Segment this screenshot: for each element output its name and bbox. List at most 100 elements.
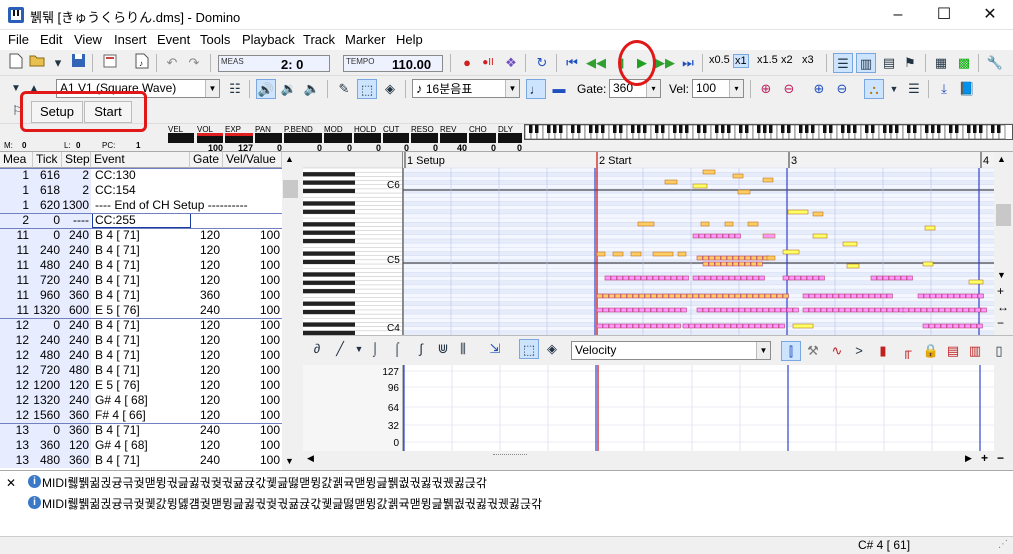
mini-black-key[interactable] <box>829 125 833 133</box>
scroll-thumb[interactable] <box>283 180 298 198</box>
note[interactable] <box>710 233 717 239</box>
roll-vertical-scrollbar[interactable]: ▲ ▼ + ↔ − <box>994 152 1013 335</box>
note[interactable] <box>616 275 623 281</box>
note[interactable] <box>826 307 833 313</box>
maximize-button[interactable]: ☐ <box>921 0 967 30</box>
note[interactable] <box>668 307 675 313</box>
mini-black-key[interactable] <box>559 125 563 133</box>
table-row[interactable]: 11 960 360 B 4 [ 71] 360 100 <box>0 288 282 303</box>
eraser-icon[interactable]: ◈ <box>542 339 562 359</box>
scroll-left-icon[interactable]: ◀ <box>307 453 314 464</box>
note[interactable] <box>628 275 635 281</box>
black-key[interactable] <box>303 259 355 265</box>
note[interactable] <box>650 323 657 329</box>
note[interactable] <box>704 275 711 281</box>
zoom-in-icon[interactable]: ⊕ <box>756 79 776 99</box>
note[interactable] <box>708 261 715 267</box>
black-key[interactable] <box>303 188 355 194</box>
zoom-x2[interactable]: x2 <box>781 54 793 66</box>
note[interactable] <box>894 275 901 281</box>
table-row[interactable]: 2 0 ---- CC:255 <box>0 213 282 228</box>
curve-a-icon[interactable]: ⌡ <box>365 339 385 359</box>
note[interactable] <box>614 323 621 329</box>
note[interactable] <box>644 307 651 313</box>
note[interactable] <box>716 233 723 239</box>
loop-icon[interactable]: ↻ <box>532 53 552 73</box>
s-curve-icon[interactable]: ∫ <box>411 339 431 359</box>
note[interactable] <box>674 323 681 329</box>
note[interactable] <box>876 275 883 281</box>
table-row[interactable]: 11 0 240 B 4 [ 71] 120 100 <box>0 228 282 243</box>
menu-event[interactable]: Event <box>157 32 190 47</box>
midi-monitor-icon[interactable]: ❖ <box>501 53 521 73</box>
mixer-meter[interactable] <box>411 133 438 143</box>
mini-black-key[interactable] <box>991 125 995 133</box>
note[interactable] <box>774 307 781 313</box>
mini-black-key[interactable] <box>613 125 617 133</box>
note[interactable] <box>814 293 821 299</box>
note[interactable] <box>674 307 681 313</box>
note[interactable] <box>608 323 615 329</box>
mixer-meter[interactable] <box>168 133 194 143</box>
mini-black-key[interactable] <box>925 125 929 133</box>
note[interactable] <box>886 293 893 299</box>
note[interactable] <box>952 323 959 329</box>
expand-icon[interactable]: ↔ <box>997 300 1009 314</box>
note[interactable] <box>702 261 709 267</box>
note[interactable] <box>862 293 869 299</box>
curve-pen-icon[interactable]: ∂ <box>307 339 327 359</box>
note[interactable] <box>652 251 674 257</box>
note[interactable] <box>746 293 753 299</box>
note[interactable] <box>652 275 659 281</box>
note[interactable] <box>838 307 845 313</box>
note[interactable] <box>782 249 800 255</box>
note[interactable] <box>682 323 689 329</box>
note[interactable] <box>924 225 936 231</box>
note[interactable] <box>782 293 789 299</box>
note[interactable] <box>844 307 851 313</box>
hammer-icon[interactable]: ⚒ <box>803 341 823 361</box>
note[interactable] <box>870 275 877 281</box>
note[interactable] <box>708 255 715 261</box>
note[interactable] <box>744 261 751 267</box>
note[interactable] <box>658 275 665 281</box>
note[interactable] <box>686 293 693 299</box>
table-row[interactable]: 11 720 240 B 4 [ 71] 120 100 <box>0 273 282 288</box>
note[interactable] <box>842 241 858 247</box>
note[interactable] <box>696 255 703 261</box>
note[interactable] <box>664 275 671 281</box>
mini-black-key[interactable] <box>937 125 941 133</box>
note[interactable] <box>732 261 739 267</box>
black-key[interactable] <box>303 251 355 256</box>
note[interactable] <box>940 323 947 329</box>
note[interactable] <box>662 323 669 329</box>
note[interactable] <box>630 251 642 257</box>
note[interactable] <box>724 221 734 227</box>
black-key[interactable] <box>303 280 355 285</box>
note[interactable] <box>882 275 889 281</box>
mini-black-key[interactable] <box>769 125 773 133</box>
pane-toggle-icon[interactable]: ▯ <box>989 341 1009 361</box>
note-length-select[interactable]: ♪ 16분음표 ▼ <box>412 79 520 98</box>
note[interactable] <box>778 323 785 329</box>
note[interactable] <box>818 275 825 281</box>
note[interactable] <box>646 275 653 281</box>
scroll-down-icon[interactable]: ▼ <box>997 270 1006 280</box>
mini-black-key[interactable] <box>805 125 809 133</box>
note[interactable] <box>838 293 845 299</box>
minus-icon[interactable]: − <box>997 451 1004 465</box>
note[interactable] <box>632 293 639 299</box>
note[interactable] <box>977 293 984 299</box>
note[interactable] <box>932 307 939 313</box>
note[interactable] <box>610 275 617 281</box>
note[interactable] <box>756 255 763 261</box>
open-folder-icon[interactable] <box>27 53 47 73</box>
mini-black-key[interactable] <box>823 125 827 133</box>
note[interactable] <box>782 275 789 281</box>
curve-b-icon[interactable]: ⌠ <box>387 339 407 359</box>
note[interactable] <box>938 307 945 313</box>
col-mea[interactable]: Mea <box>0 152 33 168</box>
note[interactable] <box>620 293 627 299</box>
zoom-x1[interactable]: x1 <box>733 54 749 68</box>
mini-black-key[interactable] <box>841 125 845 133</box>
